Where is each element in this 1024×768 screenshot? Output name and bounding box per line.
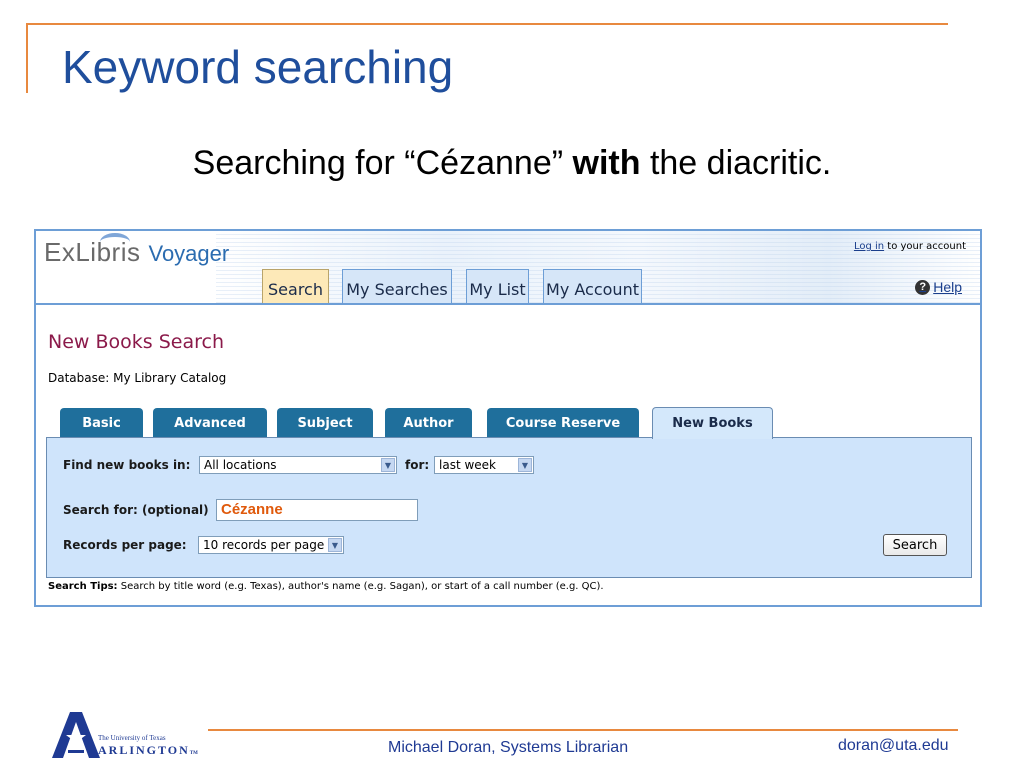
tab-my-searches[interactable]: My Searches (342, 269, 452, 303)
search-tab-course-reserve[interactable]: Course Reserve (487, 408, 639, 438)
login-rest: to your account (884, 241, 966, 252)
for-label: for: (405, 458, 430, 472)
page-heading: New Books Search (48, 331, 224, 353)
uta-small-text: The University of Texas (98, 734, 166, 742)
login-line: Log in to your account (854, 241, 966, 252)
tips-text: Search by title word (e.g. Texas), autho… (117, 581, 604, 592)
voyager-screenshot: ExLibris Voyager Log in to your account ?… (34, 229, 982, 607)
help-link[interactable]: ? Help (915, 279, 962, 295)
help-label: Help (933, 279, 962, 295)
tab-search[interactable]: Search (262, 269, 329, 303)
location-select[interactable]: All locations ▼ (199, 456, 397, 474)
search-input[interactable]: Cézanne (216, 499, 418, 521)
slide-frame-top-rule (26, 23, 948, 25)
search-tab-new-books[interactable]: New Books (652, 407, 773, 439)
find-label: Find new books in: (63, 458, 191, 472)
records-select[interactable]: 10 records per page ▼ (198, 536, 344, 554)
database-line: Database: My Library Catalog (48, 371, 227, 385)
logo-voyager-text: Voyager (148, 241, 230, 266)
search-tips: Search Tips: Search by title word (e.g. … (48, 581, 604, 592)
uta-big-word: ARLINGTON (98, 743, 190, 757)
slide-frame-left-rule (26, 23, 28, 93)
tab-my-list[interactable]: My List (466, 269, 529, 303)
help-icon: ? (915, 279, 931, 295)
chevron-down-icon: ▼ (328, 538, 342, 552)
footer-email: doran@uta.edu (838, 737, 949, 754)
header-rule (36, 303, 980, 305)
footer-presenter: Michael Doran, Systems Librarian (388, 739, 629, 756)
period-select[interactable]: last week ▼ (434, 456, 534, 474)
search-tab-author[interactable]: Author (385, 408, 472, 438)
chevron-down-icon: ▼ (518, 458, 532, 472)
uta-tm: TM (189, 751, 198, 756)
login-link[interactable]: Log in (854, 241, 884, 252)
search-tab-basic[interactable]: Basic (60, 408, 143, 438)
search-tab-advanced[interactable]: Advanced (153, 408, 267, 438)
records-label: Records per page: (63, 538, 187, 552)
subtitle-post: the diacritic. (640, 144, 832, 182)
exlibris-logo[interactable]: ExLibris Voyager (44, 233, 230, 271)
new-books-form: Find new books in: All locations ▼ for: l… (46, 437, 972, 578)
chevron-down-icon: ▼ (381, 458, 395, 472)
search-for-label: Search for: (optional) (63, 503, 209, 517)
tab-my-account[interactable]: My Account (543, 269, 642, 303)
subtitle-bold: with (572, 144, 641, 182)
slide-title: Keyword searching (62, 41, 454, 93)
location-value: All locations (204, 458, 277, 472)
footer-rule (208, 729, 958, 731)
search-button[interactable]: Search (883, 534, 947, 556)
uta-big-text: ARLINGTONTM (98, 743, 198, 758)
logo-arc-icon (100, 233, 130, 251)
period-value: last week (439, 458, 496, 472)
records-value: 10 records per page (203, 538, 325, 552)
tips-label: Search Tips: (48, 581, 118, 592)
subtitle-pre: Searching for “Cézanne” (192, 144, 573, 182)
slide-subtitle: Searching for “Cézanne” with the diacrit… (0, 144, 1024, 183)
search-tab-subject[interactable]: Subject (277, 408, 373, 438)
